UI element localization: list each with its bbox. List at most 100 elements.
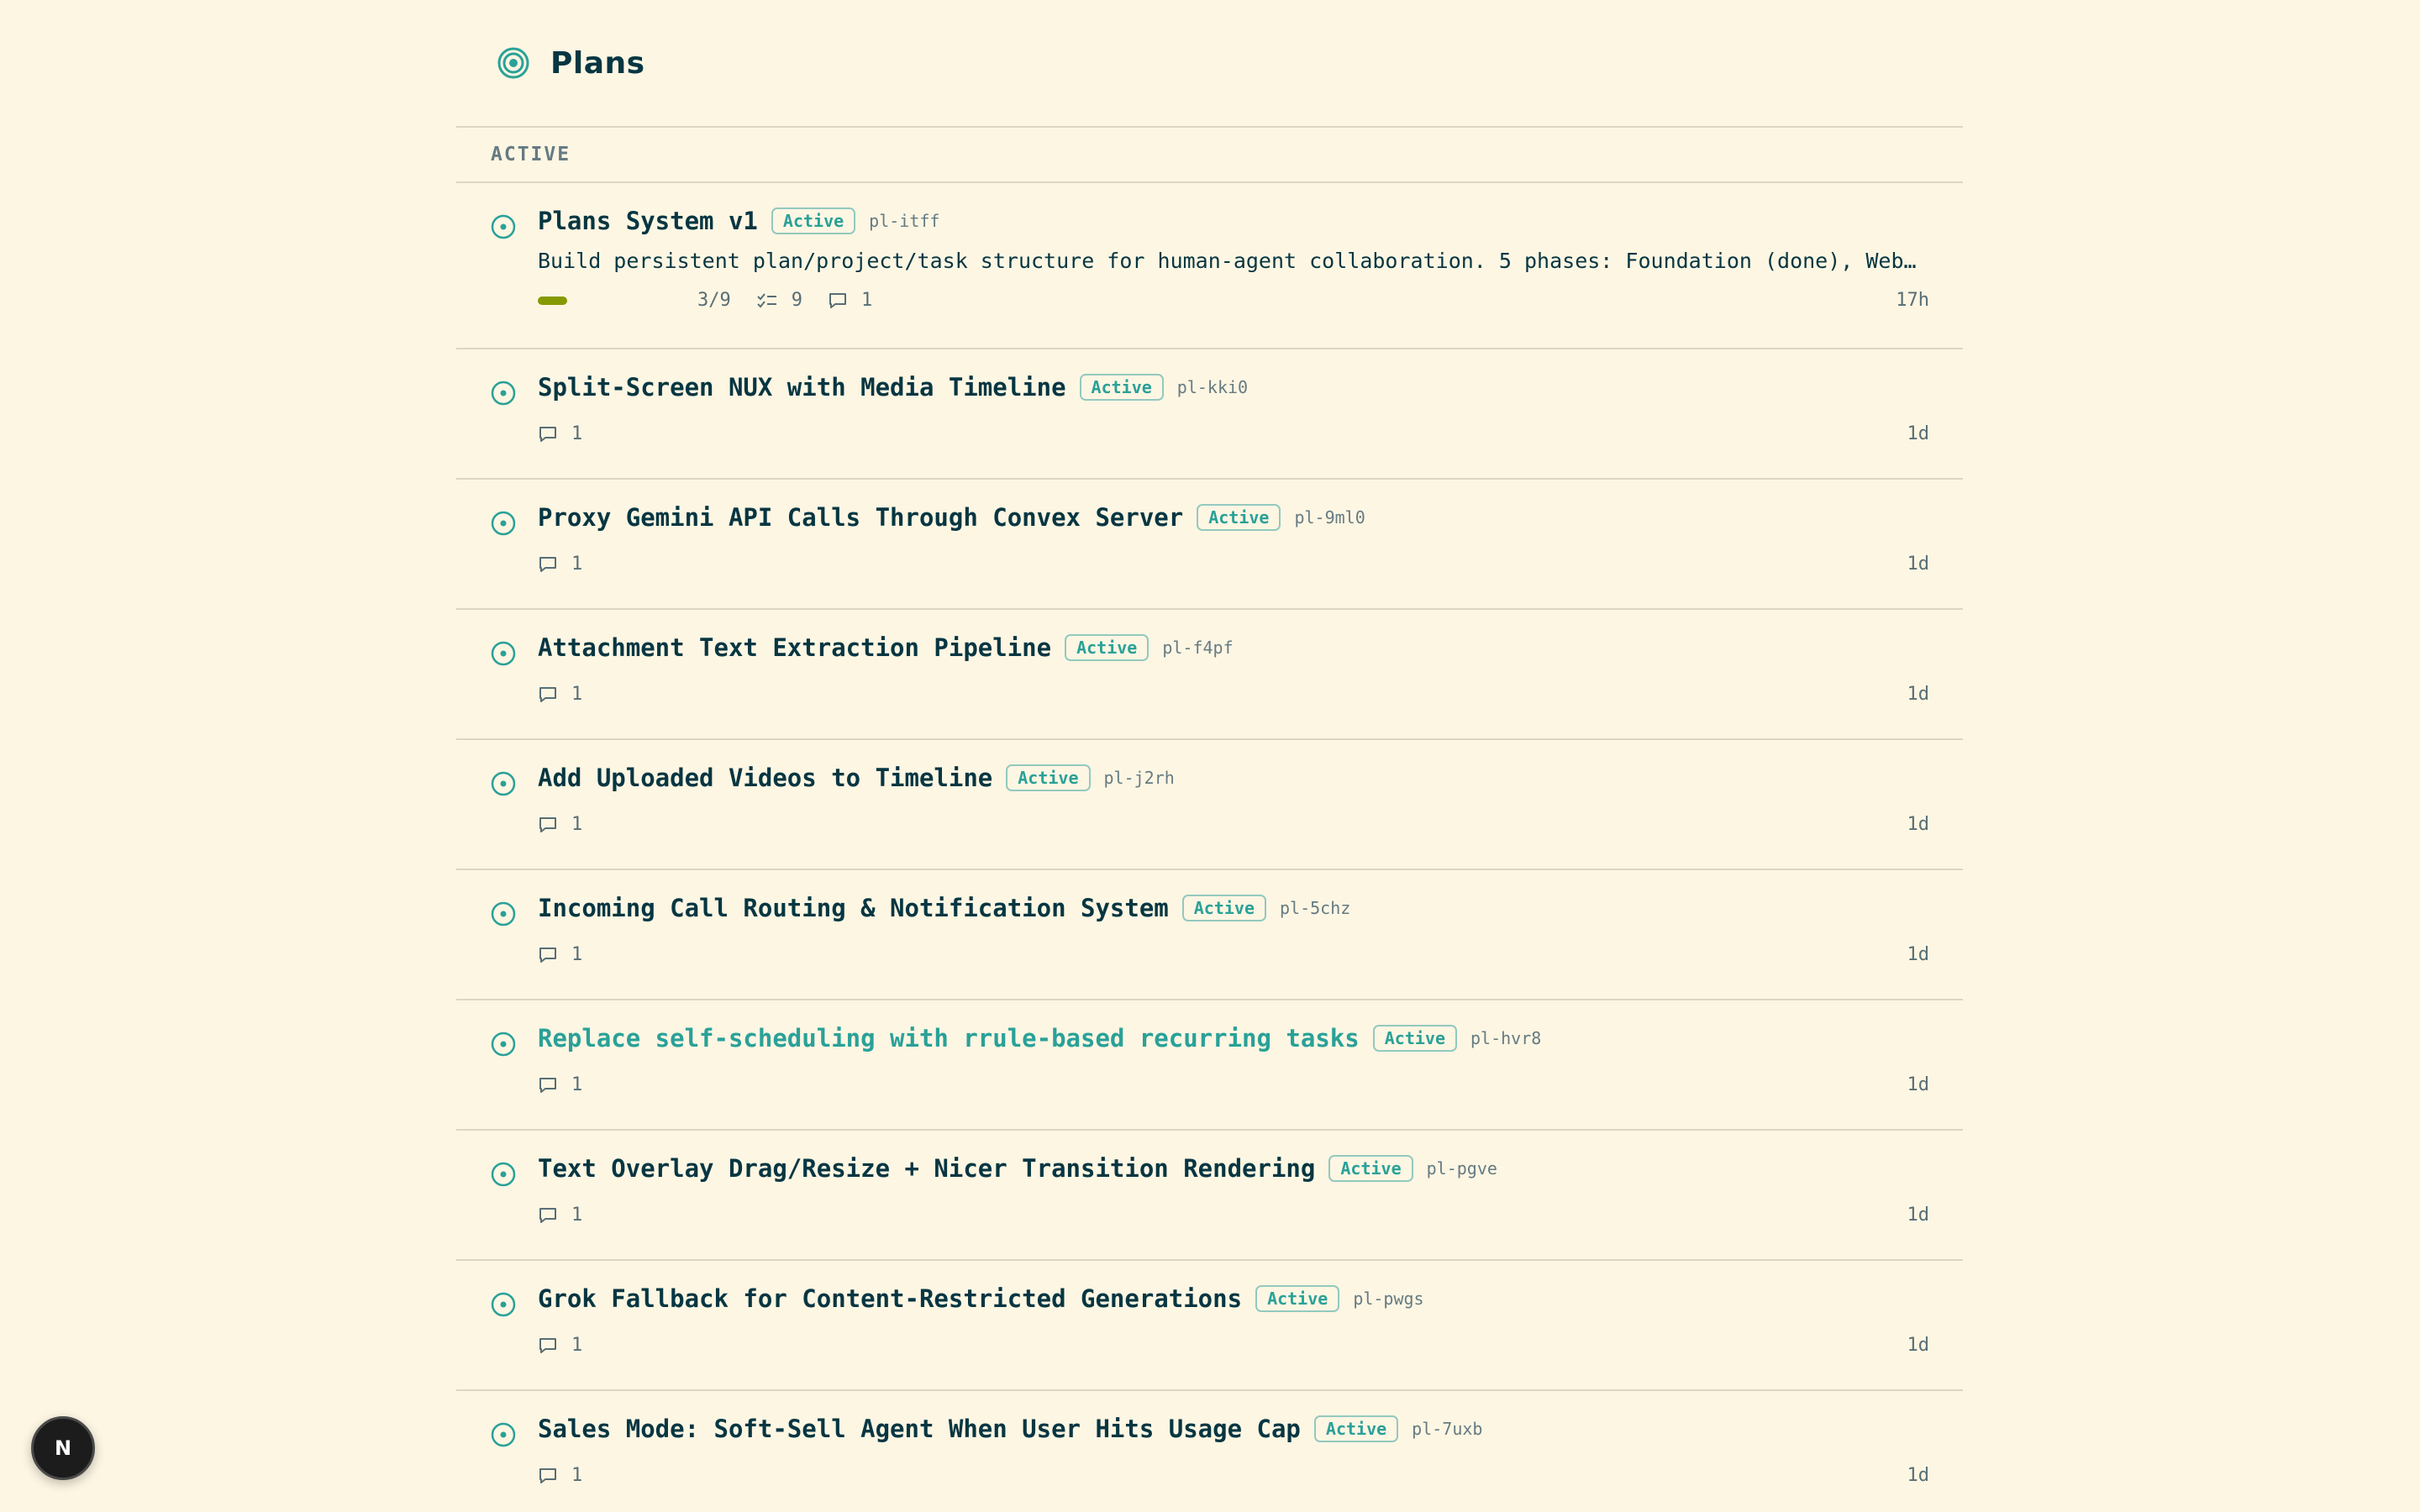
comment-count-value: 1 xyxy=(571,1074,583,1095)
plan-title[interactable]: Proxy Gemini API Calls Through Convex Se… xyxy=(538,503,1183,532)
plan-id: pl-5chz xyxy=(1280,898,1351,918)
status-active-icon xyxy=(490,510,517,537)
plan-age: 1d xyxy=(1907,1205,1930,1226)
status-badge: Active xyxy=(1372,1025,1457,1052)
plan-title[interactable]: Split-Screen NUX with Media Timeline xyxy=(538,373,1066,402)
dev-tools-button[interactable]: N xyxy=(31,1416,95,1480)
comment-count: 1 xyxy=(828,290,872,311)
checklist-icon xyxy=(756,291,785,310)
comment-count-value: 1 xyxy=(571,1465,583,1486)
status-active-icon xyxy=(490,1161,517,1188)
plan-row[interactable]: Text Overlay Drag/Resize + Nicer Transit… xyxy=(456,1131,1963,1261)
plan-id: pl-j2rh xyxy=(1103,768,1175,788)
plan-title[interactable]: Plans System v1 xyxy=(538,207,758,235)
progress-bar xyxy=(538,296,672,305)
status-active-icon xyxy=(490,380,517,407)
plan-title[interactable]: Incoming Call Routing & Notification Sys… xyxy=(538,894,1169,922)
comment-count: 1 xyxy=(538,1074,582,1095)
plan-row[interactable]: Plans System v1 Active pl-itff Build persis… xyxy=(456,183,1963,349)
plan-id: pl-hvr8 xyxy=(1470,1028,1542,1048)
plan-row[interactable]: Incoming Call Routing & Notification Sys… xyxy=(456,870,1963,1000)
plan-age: 1d xyxy=(1907,1465,1930,1486)
plan-age: 1d xyxy=(1907,423,1930,444)
plan-meta: 1 1d xyxy=(538,1465,1929,1486)
comment-icon xyxy=(828,291,855,310)
target-icon xyxy=(497,46,530,80)
status-badge: Active xyxy=(1328,1155,1413,1182)
plan-age: 1d xyxy=(1907,814,1930,835)
plan-age: 17h xyxy=(1896,290,1929,311)
plan-meta: 3/9 9 1 17h xyxy=(538,290,1929,311)
comment-count: 1 xyxy=(538,814,582,835)
comment-count-value: 1 xyxy=(571,684,583,705)
comment-icon xyxy=(538,946,565,964)
plan-row[interactable]: Sales Mode: Soft-Sell Agent When User Hi… xyxy=(456,1391,1963,1512)
comment-count: 1 xyxy=(538,554,582,575)
status-badge: Active xyxy=(1079,374,1164,401)
plan-title-line: Attachment Text Extraction Pipeline Activ… xyxy=(538,633,1234,662)
plan-age: 1d xyxy=(1907,944,1930,965)
plan-row[interactable]: Replace self-scheduling with rrule-based… xyxy=(456,1000,1963,1131)
plan-age: 1d xyxy=(1907,1074,1930,1095)
status-badge: Active xyxy=(1197,504,1281,531)
plan-description: Build persistent plan/project/task struc… xyxy=(538,249,1920,273)
plan-meta: 1 1d xyxy=(538,1335,1929,1356)
plans-container: Plans ACTIVE Plans System v1 Active pl-itf… xyxy=(456,0,1963,1512)
comment-icon xyxy=(538,1206,565,1225)
plan-title-line: Split-Screen NUX with Media Timeline Acti… xyxy=(538,373,1248,402)
comment-count: 1 xyxy=(538,1205,582,1226)
status-active-icon xyxy=(490,213,517,240)
progress-fill xyxy=(538,296,568,305)
section-header-active: ACTIVE xyxy=(456,128,1963,183)
plan-title[interactable]: Replace self-scheduling with rrule-based… xyxy=(538,1024,1360,1053)
plan-title-line: Incoming Call Routing & Notification Sys… xyxy=(538,894,1350,922)
comment-count-value: 1 xyxy=(571,423,583,444)
plan-age: 1d xyxy=(1907,1335,1930,1356)
comment-count: 1 xyxy=(538,1335,582,1356)
plan-id: pl-pwgs xyxy=(1353,1289,1424,1309)
plan-id: pl-f4pf xyxy=(1162,638,1234,658)
plan-row[interactable]: Proxy Gemini API Calls Through Convex Se… xyxy=(456,480,1963,610)
plan-meta: 1 1d xyxy=(538,423,1929,444)
plan-title[interactable]: Text Overlay Drag/Resize + Nicer Transit… xyxy=(538,1154,1315,1183)
plan-meta: 1 1d xyxy=(538,814,1929,835)
plan-row[interactable]: Grok Fallback for Content-Restricted Gen… xyxy=(456,1261,1963,1391)
plan-title-line: Text Overlay Drag/Resize + Nicer Transit… xyxy=(538,1154,1497,1183)
plan-title-line: Add Uploaded Videos to Timeline Active pl-… xyxy=(538,764,1175,792)
plan-title[interactable]: Sales Mode: Soft-Sell Agent When User Hi… xyxy=(538,1415,1301,1443)
comment-count-value: 1 xyxy=(571,944,583,965)
comment-icon xyxy=(538,816,565,834)
plan-title-line: Replace self-scheduling with rrule-based… xyxy=(538,1024,1541,1053)
comment-icon xyxy=(538,425,565,444)
comment-icon xyxy=(538,685,565,704)
plan-meta: 1 1d xyxy=(538,944,1929,965)
plan-meta: 1 1d xyxy=(538,554,1929,575)
status-badge: Active xyxy=(1313,1415,1399,1442)
comment-count-value: 1 xyxy=(571,1205,583,1226)
plan-title-line: Proxy Gemini API Calls Through Convex Se… xyxy=(538,503,1365,532)
plan-row[interactable]: Attachment Text Extraction Pipeline Activ… xyxy=(456,610,1963,740)
plan-age: 1d xyxy=(1907,684,1930,705)
plan-row[interactable]: Add Uploaded Videos to Timeline Active pl-… xyxy=(456,740,1963,870)
status-active-icon xyxy=(490,770,517,797)
task-count-value: 9 xyxy=(791,290,802,311)
comment-icon xyxy=(538,1336,565,1355)
plan-title-line: Grok Fallback for Content-Restricted Gen… xyxy=(538,1284,1424,1313)
plan-id: pl-7uxb xyxy=(1412,1419,1483,1439)
plan-title[interactable]: Add Uploaded Videos to Timeline xyxy=(538,764,992,792)
plan-title-line: Sales Mode: Soft-Sell Agent When User Hi… xyxy=(538,1415,1482,1443)
status-active-icon xyxy=(490,640,517,667)
plan-row[interactable]: Split-Screen NUX with Media Timeline Acti… xyxy=(456,349,1963,480)
comment-count: 1 xyxy=(538,684,582,705)
page-header: Plans xyxy=(456,0,1963,128)
comment-count-value: 1 xyxy=(571,1335,583,1356)
plan-meta: 1 1d xyxy=(538,1074,1929,1095)
status-badge: Active xyxy=(1255,1285,1340,1312)
comment-count-value: 1 xyxy=(861,290,873,311)
status-badge: Active xyxy=(1065,634,1150,661)
plan-meta: 1 1d xyxy=(538,684,1929,705)
comment-count: 1 xyxy=(538,944,582,965)
plan-title[interactable]: Grok Fallback for Content-Restricted Gen… xyxy=(538,1284,1242,1313)
plan-title[interactable]: Attachment Text Extraction Pipeline xyxy=(538,633,1051,662)
status-active-icon xyxy=(490,1291,517,1318)
